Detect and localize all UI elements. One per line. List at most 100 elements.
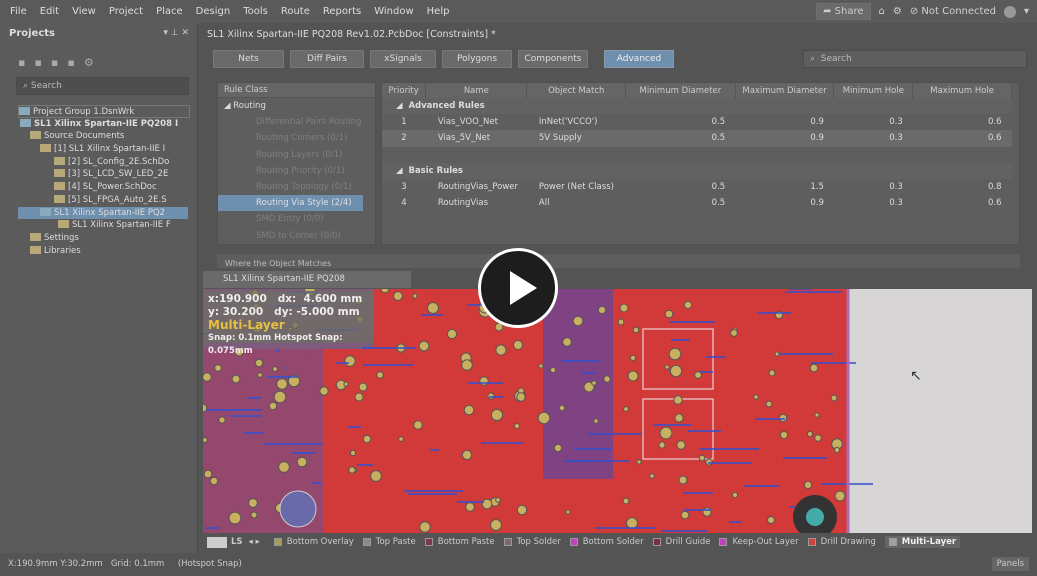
menu-project[interactable]: Project (109, 6, 143, 17)
rule-class-item[interactable]: SMD to Corner (0/0) (218, 228, 375, 244)
menu-route[interactable]: Route (281, 6, 310, 17)
menu-file[interactable]: File (10, 6, 27, 17)
layer-tab[interactable]: Bottom Solder (569, 537, 644, 547)
layer-tab[interactable]: Drill Drawing (807, 537, 876, 547)
table-cell[interactable]: RoutingVias_Power (426, 179, 527, 195)
avatar[interactable] (1003, 5, 1016, 18)
table-cell[interactable]: 0.9 (735, 114, 834, 130)
filter-diff-pairs[interactable]: Diff Pairs (290, 50, 364, 68)
table-cell[interactable]: 0.5 (626, 195, 736, 211)
table-cell[interactable]: 5V Supply (526, 130, 626, 147)
menu-tools[interactable]: Tools (243, 6, 268, 17)
project-toolbar[interactable]: ▪▪▪▪⚙ (0, 44, 197, 69)
filter-polygons[interactable]: Polygons (442, 50, 512, 68)
menu-window[interactable]: Window (374, 6, 413, 17)
table-cell[interactable]: 0.9 (735, 130, 834, 147)
constraints-search-input[interactable]: ⌕ Search (803, 50, 1027, 68)
layer-tab[interactable]: Multi-Layer (884, 536, 961, 548)
layer-tab[interactable]: Keep-Out Layer (719, 537, 799, 547)
filter-xsignals[interactable]: xSignals (370, 50, 436, 68)
menu-place[interactable]: Place (156, 6, 183, 17)
tree-item[interactable]: SL1 Xilinx Spartan-IIE F (18, 219, 197, 232)
rule-class-item[interactable]: Routing Topology (0/1) (218, 179, 375, 195)
menu-edit[interactable]: Edit (40, 6, 59, 17)
tree-item[interactable]: [5] SL_FPGA_Auto_2E.S (18, 194, 197, 207)
rule-class-item[interactable]: SMD Entry (0/0) (218, 211, 375, 227)
layer-tab[interactable]: Top Paste (362, 537, 416, 547)
table-cell[interactable]: 0.3 (834, 195, 913, 211)
table-cell[interactable]: 0.3 (834, 114, 913, 130)
projects-search-input[interactable]: ⌕ Search (16, 77, 189, 95)
tree-item[interactable]: [1] SL1 Xilinx Spartan-IIE I (18, 143, 197, 156)
rule-group[interactable]: ◢ Advanced Rules (382, 98, 1012, 115)
table-cell[interactable]: Vias_5V_Net (425, 130, 527, 147)
table-cell[interactable]: InNet('VCCO') (527, 114, 626, 130)
gear-icon[interactable]: ⚙ (893, 6, 902, 17)
table-cell[interactable]: 0.3 (834, 179, 913, 195)
rule-class-item[interactable]: Routing Corners (0/1) (218, 130, 375, 146)
layer-tab[interactable]: Drill Guide (652, 537, 710, 547)
menu-view[interactable]: View (72, 6, 96, 17)
menu-help[interactable]: Help (427, 6, 450, 17)
table-row[interactable]: 3 RoutingVias_Power Power (Net Class) 0.5 1.… (382, 179, 1012, 195)
tree-item[interactable]: SL1 Xilinx Spartan-IIE PQ208 I (18, 118, 197, 131)
table-cell[interactable]: 0.6 (913, 114, 1012, 130)
filter-nets[interactable]: Nets (213, 50, 284, 68)
layer-set-button[interactable]: LS (231, 537, 243, 547)
connection-status[interactable]: ⊘ Not Connected (910, 6, 996, 17)
table-cell[interactable]: Vias_VOO_Net (426, 114, 527, 130)
rule-class-item[interactable]: Routing Priority (0/1) (218, 163, 375, 179)
rule-class-item[interactable]: Routing Via Style (2/4) (218, 195, 363, 212)
column-header[interactable]: Priority (382, 83, 427, 98)
table-cell[interactable]: 0.6 (912, 130, 1012, 147)
table-cell[interactable]: Power (Net Class) (527, 179, 626, 195)
table-cell[interactable]: 0.3 (833, 130, 913, 147)
rule-group[interactable]: ◢ Basic Rules (382, 162, 1012, 179)
tree-item[interactable]: [3] SL_LCD_SW_LED_2E (18, 168, 197, 181)
share-button[interactable]: ➦ Share (816, 3, 871, 20)
tree-item[interactable]: [4] SL_Power.SchDoc (18, 181, 197, 194)
column-header[interactable]: Minimum Hole (833, 83, 914, 98)
rule-group-routing[interactable]: ◢ Routing (218, 98, 375, 114)
column-header[interactable]: Maximum Hole (912, 83, 1012, 98)
rule-class-item[interactable]: Routing Layers (0/1) (218, 147, 375, 163)
layer-tab[interactable]: Bottom Overlay (273, 537, 354, 547)
column-header[interactable]: Minimum Diameter (625, 83, 736, 98)
panels-button[interactable]: Panels (991, 557, 1029, 571)
chevron-down-icon[interactable]: ▾ (1024, 6, 1029, 17)
table-row[interactable]: 2 Vias_5V_Net 5V Supply 0.5 0.9 0.3 0.6 (382, 130, 1012, 147)
table-cell[interactable]: 0.5 (626, 179, 736, 195)
video-play-button[interactable] (478, 248, 558, 328)
layer-tab[interactable]: Top Solder (503, 537, 561, 547)
home-icon[interactable]: ⌂ (879, 6, 885, 17)
layer-tab[interactable]: Bottom Paste (424, 537, 495, 547)
tree-item[interactable]: Project Group 1.DsnWrk (18, 105, 190, 118)
filter-advanced[interactable]: Advanced (604, 50, 674, 68)
layer-color-swatch[interactable] (207, 536, 227, 548)
table-cell[interactable]: 0.9 (735, 195, 834, 211)
tree-item[interactable]: [2] SL_Config_2E.SchDo (18, 156, 197, 169)
scroll-left-icon[interactable]: ◂ ▸ (249, 537, 260, 547)
tree-item[interactable]: Source Documents (18, 130, 197, 143)
table-cell[interactable]: All (527, 195, 626, 211)
filter-components[interactable]: Components (518, 50, 588, 68)
tree-item[interactable]: Settings (18, 232, 197, 245)
table-row[interactable]: 1 Vias_VOO_Net InNet('VCCO') 0.5 0.9 0.3 0.6 (382, 114, 1012, 130)
tree-item[interactable]: SL1 Xilinx Spartan-IIE PQ2 (18, 206, 188, 220)
menu-reports[interactable]: Reports (323, 6, 361, 17)
table-cell[interactable]: 0.5 (625, 130, 736, 147)
table-cell[interactable]: 3 (382, 179, 426, 195)
table-row[interactable]: 4 RoutingVias All 0.5 0.9 0.3 0.6 (382, 195, 1012, 211)
panel-controls[interactable]: ▾ ⊥ ✕ (163, 23, 189, 44)
column-header[interactable]: Object Match (526, 83, 627, 98)
menu-design[interactable]: Design (196, 6, 231, 17)
pcb-doc-tab[interactable]: SL1 Xilinx Spartan-IIE PQ208 Rev1.02.Pcb… (203, 271, 411, 301)
table-cell[interactable]: 1.5 (735, 179, 834, 195)
tree-item[interactable]: Libraries (18, 245, 197, 258)
table-cell[interactable]: 0.5 (626, 114, 736, 130)
column-header[interactable]: Maximum Diameter (735, 83, 835, 98)
table-cell[interactable]: 0.6 (913, 195, 1012, 211)
column-header[interactable]: Name (425, 83, 528, 98)
table-cell[interactable]: 1 (382, 114, 426, 130)
table-cell[interactable]: 2 (382, 130, 426, 147)
